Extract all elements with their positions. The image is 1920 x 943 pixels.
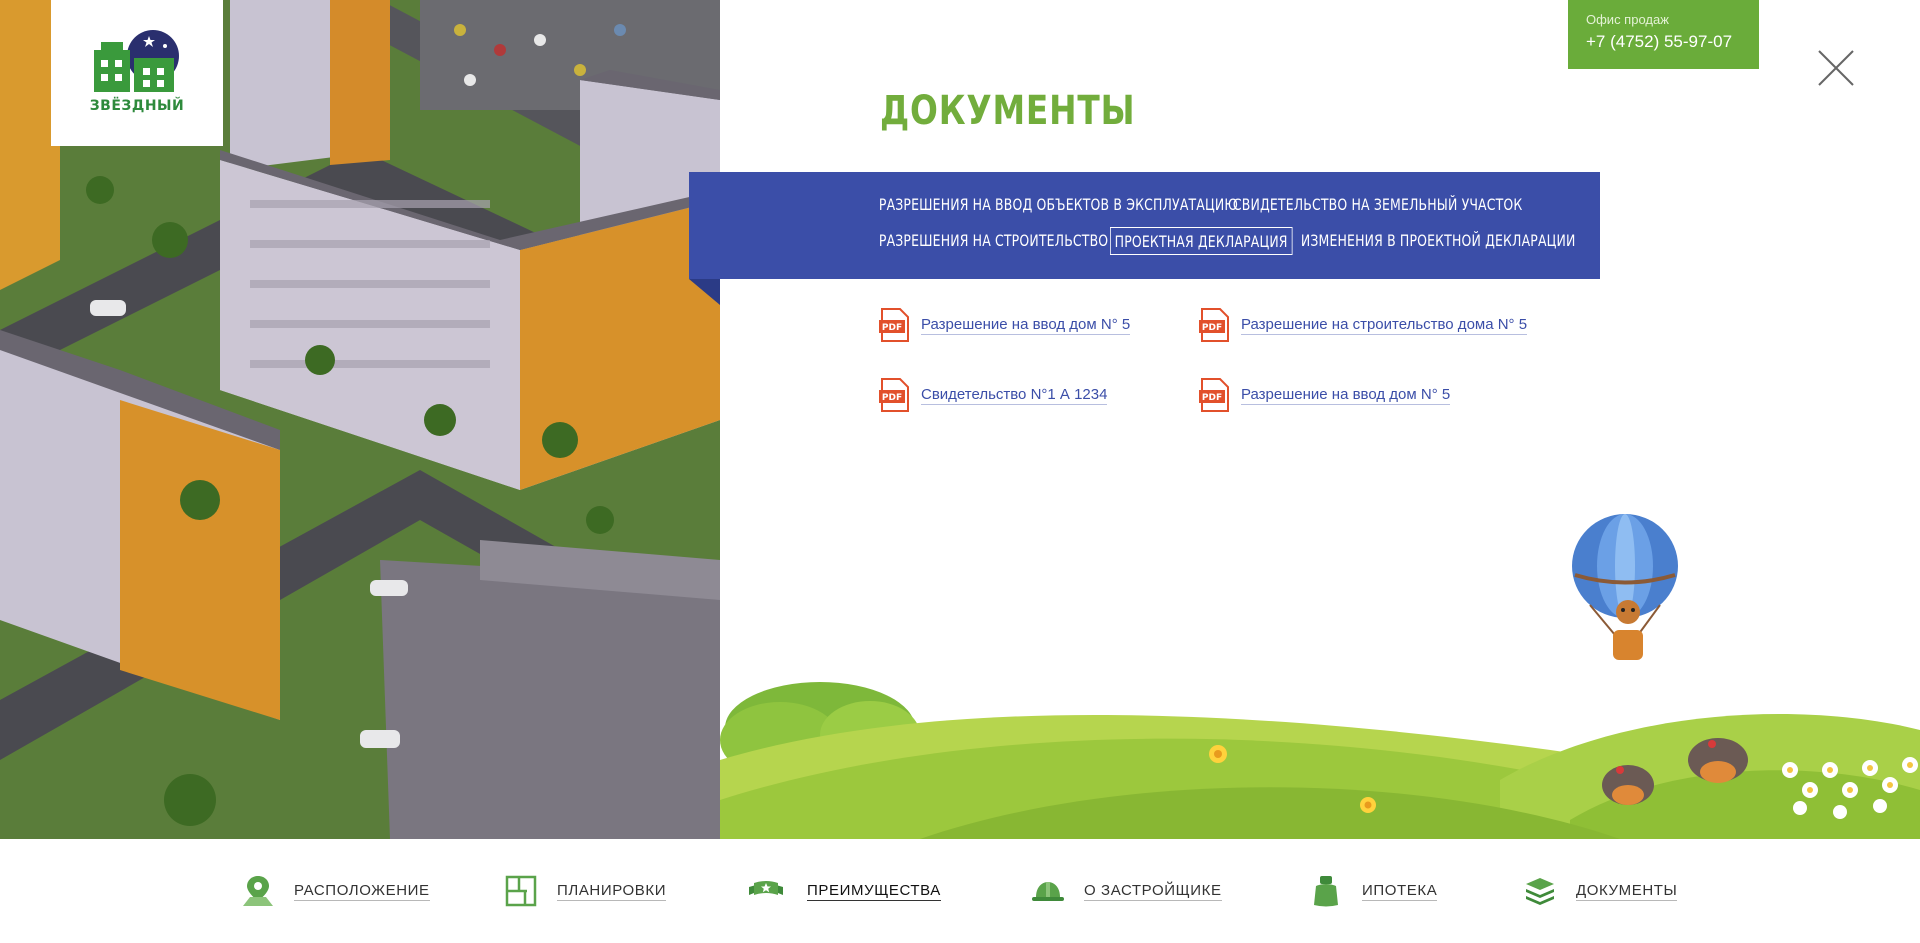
pdf-icon: PDF	[1199, 378, 1229, 412]
tab-project-declaration[interactable]: ПРОЕКТНАЯ ДЕКЛАРАЦИЯ	[1110, 227, 1293, 255]
ribbon-star-icon	[749, 881, 783, 895]
nav-item-advantages[interactable]: ПРЕИМУЩЕСТВА	[743, 873, 941, 909]
nav-item-developer[interactable]: О ЗАСТРОЙЩИКЕ	[1030, 873, 1222, 909]
pdf-icon: PDF	[879, 378, 909, 412]
tab-land-certificate[interactable]: СВИДЕТЕЛЬСТВО НА ЗЕМЕЛЬНЫЙ УЧАСТОК	[1229, 191, 1526, 219]
nav-label: ИПОТЕКА	[1362, 881, 1438, 901]
logo[interactable]: ЗВЁЗДНЫЙ	[51, 0, 223, 146]
document-link[interactable]: PDF Свидетельство N°1 А 1234	[879, 378, 1108, 412]
logo-buildings-icon	[94, 30, 179, 92]
sales-office-label: Офис продаж	[1586, 12, 1669, 27]
close-button[interactable]	[1816, 48, 1856, 88]
logo-text: ЗВЁЗДНЫЙ	[89, 98, 185, 114]
nav-item-documents[interactable]: ДОКУМЕНТЫ	[1522, 873, 1678, 909]
document-label: Свидетельство N°1 А 1234	[921, 385, 1108, 405]
tab-commissioning-permits[interactable]: РАЗРЕШЕНИЯ НА ВВОД ОБЪЕКТОВ В ЭКСПЛУАТАЦ…	[875, 191, 1242, 219]
document-tabs: РАЗРЕШЕНИЯ НА ВВОД ОБЪЕКТОВ В ЭКСПЛУАТАЦ…	[689, 172, 1600, 279]
document-stack-icon	[1526, 878, 1554, 905]
svg-text:PDF: PDF	[882, 393, 902, 403]
nav-label: РАСПОЛОЖЕНИЕ	[294, 881, 430, 901]
tab-construction-permits[interactable]: РАЗРЕШЕНИЯ НА СТРОИТЕЛЬСТВО	[875, 227, 1112, 255]
nav-label: ПРЕИМУЩЕСТВА	[807, 881, 941, 901]
svg-text:PDF: PDF	[1202, 323, 1222, 333]
document-label: Разрешение на ввод дом N° 5	[921, 315, 1131, 335]
nav-label: ПЛАНИРОВКИ	[557, 881, 667, 901]
page-title: ДОКУМЕНТЫ	[880, 88, 1136, 134]
pdf-icon: PDF	[879, 308, 909, 342]
tabs-band-fold	[689, 279, 720, 305]
tab-declaration-changes[interactable]: ИЗМЕНЕНИЯ В ПРОЕКТНОЙ ДЕКЛАРАЦИИ	[1297, 227, 1579, 255]
svg-text:PDF: PDF	[882, 323, 902, 333]
sales-office-box[interactable]: Офис продаж +7 (4752) 55-97-07	[1568, 0, 1759, 69]
sales-office-phone[interactable]: +7 (4752) 55-97-07	[1586, 32, 1741, 52]
money-bag-icon	[1314, 876, 1338, 907]
document-label: Разрешение на ввод дом N° 5	[1241, 385, 1451, 405]
location-pin-icon	[243, 876, 273, 906]
page: ЗВЁЗДНЫЙ Офис продаж +7 (4752) 55-97-07 …	[0, 0, 1920, 943]
nav-item-layouts[interactable]: ПЛАНИРОВКИ	[503, 873, 667, 909]
nav-label: ДОКУМЕНТЫ	[1576, 881, 1678, 901]
nav-item-mortgage[interactable]: ИПОТЕКА	[1308, 873, 1438, 909]
document-link[interactable]: PDF Разрешение на строительство дома N° …	[1199, 308, 1528, 342]
close-icon	[1818, 50, 1854, 86]
nav-label: О ЗАСТРОЙЩИКЕ	[1084, 881, 1222, 901]
svg-text:PDF: PDF	[1202, 393, 1222, 403]
pdf-icon: PDF	[1199, 308, 1229, 342]
nav-item-location[interactable]: РАСПОЛОЖЕНИЕ	[240, 873, 430, 909]
floor-plan-icon	[505, 875, 537, 907]
document-link[interactable]: PDF Разрешение на ввод дом N° 5	[1199, 378, 1451, 412]
bottom-nav: РАСПОЛОЖЕНИЕ ПЛАНИРОВКИ ПРЕИМУЩЕСТВА О З…	[0, 839, 1920, 943]
document-label: Разрешение на строительство дома N° 5	[1241, 315, 1528, 335]
document-link[interactable]: PDF Разрешение на ввод дом N° 5	[879, 308, 1131, 342]
hard-hat-icon	[1032, 882, 1064, 901]
